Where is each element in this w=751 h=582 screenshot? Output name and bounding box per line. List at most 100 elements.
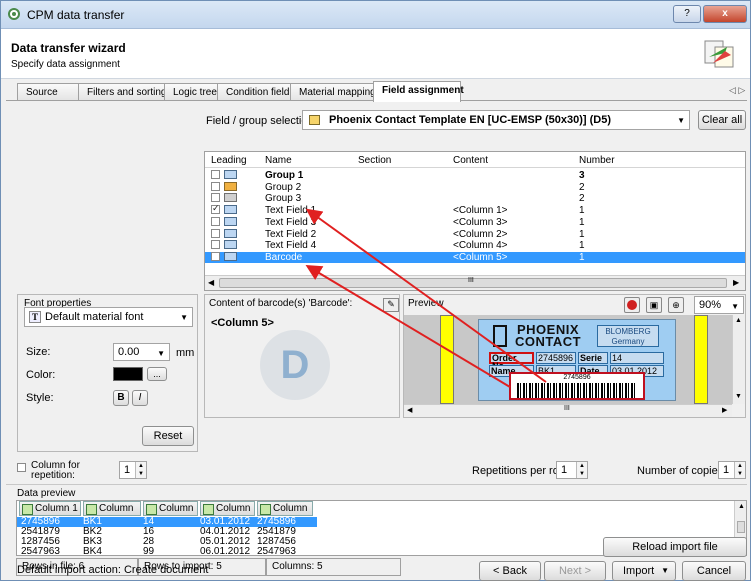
text-field-icon (224, 216, 237, 226)
cancel-button[interactable]: Cancel (682, 561, 746, 581)
scroll-right-icon[interactable]: ▶ (733, 278, 739, 287)
color-swatch[interactable] (113, 367, 143, 381)
chevron-down-icon: ▼ (180, 313, 188, 322)
reload-import-file-button[interactable]: Reload import file (603, 537, 747, 557)
field-group-value: Phoenix Contact Template EN [UC-EMSP (50… (329, 114, 611, 126)
cell-name: Group 2 (265, 181, 302, 193)
tab-logic-tree[interactable]: Logic tree (164, 83, 218, 101)
cell-content: <Column 4> (453, 240, 508, 252)
leading-checkbox[interactable] (211, 228, 220, 238)
marker-strip-right (694, 315, 708, 404)
data-transfer-icon (704, 40, 734, 68)
bold-button[interactable]: B (113, 390, 129, 406)
col-header-number[interactable]: Number (579, 155, 615, 166)
reset-button[interactable]: Reset (142, 426, 194, 446)
edit-content-icon[interactable]: ✎ (383, 298, 399, 312)
leading-checkbox[interactable] (211, 216, 220, 226)
table-row[interactable]: Group 3 2 (205, 193, 745, 204)
table-row[interactable]: Text Field 2 <Column 2> 1 (205, 228, 745, 240)
tab-filters-sorting[interactable]: Filters and sorting (78, 83, 166, 101)
spinner-arrows-icon[interactable]: ▲ ▼ (576, 462, 587, 478)
data-col-header[interactable]: Column 3 (143, 501, 198, 527)
data-cell: BK4 (83, 546, 102, 556)
title-bar[interactable]: CPM data transfer ? x (1, 1, 750, 29)
preview-horizontal-scrollbar[interactable]: ◀ III ▶ (404, 404, 732, 417)
tab-material-mapping[interactable]: Material mapping (290, 83, 376, 101)
cell-number: 1 (579, 205, 585, 217)
barcode-number: 2745896 (563, 374, 591, 381)
scroll-thumb[interactable]: III (219, 277, 727, 288)
repetitions-per-row-spinner[interactable]: 1 ▲ ▼ (556, 461, 588, 479)
leading-checkbox[interactable] (211, 193, 220, 203)
fit-page-icon[interactable]: ▣ (646, 297, 662, 313)
data-preview-title: Data preview (17, 488, 76, 499)
leading-checkbox[interactable] (211, 170, 220, 179)
repetition-checkbox[interactable] (17, 463, 26, 472)
tab-strip: Source Filters and sorting Logic tree Co… (1, 81, 750, 102)
import-label: Import (623, 565, 655, 577)
leading-checkbox[interactable] (211, 181, 220, 191)
content-panel-title: Content of barcode(s) 'Barcode': (209, 298, 353, 309)
cpm-data-transfer-window: CPM data transfer ? x Data transfer wiza… (0, 0, 751, 581)
back-button[interactable]: < Back (479, 561, 541, 581)
col-header-content[interactable]: Content (453, 155, 488, 166)
leading-checkbox[interactable] (211, 203, 220, 215)
preview-panel: Preview ▣ ⊕ 90% ▼ PHOENIX CONTACT BLOMBE… (403, 294, 746, 418)
preview-vertical-scrollbar[interactable]: ▲ ▼ (732, 315, 745, 404)
marker-strip-left (440, 315, 454, 404)
app-icon (8, 8, 20, 20)
repetition-column-spinner[interactable]: 1 ▲ ▼ (119, 461, 147, 479)
size-select[interactable]: 0.00 ▼ (113, 343, 170, 361)
clear-all-button[interactable]: Clear all (698, 110, 746, 130)
tab-field-assignment[interactable]: Field assignment (373, 81, 464, 102)
preview-title: Preview (408, 298, 444, 309)
tab-scroll-arrows-icon[interactable]: ◁ ▷ (729, 85, 745, 96)
content-value[interactable]: <Column 5> (211, 317, 274, 329)
tab-condition-field[interactable]: Condition field (217, 83, 291, 101)
style-label: Style: (26, 392, 54, 404)
order-no-label: Order No. (489, 352, 534, 371)
label-preview-canvas[interactable]: PHOENIX CONTACT BLOMBERG Germany Order N… (404, 315, 732, 404)
cell-content: <Column 3> (453, 216, 508, 228)
italic-button[interactable]: I (132, 390, 148, 406)
col-header-leading[interactable]: Leading (211, 155, 247, 166)
spinner-arrows-icon[interactable]: ▲ ▼ (135, 462, 146, 478)
size-label: Size: (26, 346, 51, 358)
table-row[interactable]: Text Field 4 <Column 4> 1 (205, 240, 745, 251)
table-row[interactable]: Group 2 2 (205, 181, 745, 193)
table-horizontal-scrollbar[interactable]: ◀ III ▶ (205, 275, 745, 290)
cell-number: 1 (579, 216, 585, 228)
number-of-copies-spinner[interactable]: 1 ▲ ▼ (718, 461, 746, 479)
data-col-header[interactable]: Column 5 (257, 501, 313, 527)
table-row[interactable]: Text Field 3 <Column 3> 1 (205, 216, 745, 228)
col-header-section[interactable]: Section (358, 155, 391, 166)
spinner-arrows-icon[interactable]: ▲ ▼ (734, 462, 745, 478)
chevron-down-icon: ▼ (661, 566, 669, 575)
col-header-name[interactable]: Name (265, 155, 292, 166)
leading-checkbox[interactable] (211, 240, 220, 250)
close-button[interactable]: x (703, 5, 747, 23)
leading-checkbox[interactable] (211, 251, 220, 261)
scroll-left-icon[interactable]: ◀ (208, 278, 214, 287)
tab-source[interactable]: Source (17, 83, 79, 101)
import-button[interactable]: Import ▼ (612, 561, 676, 581)
serie-value: 14 (610, 352, 664, 364)
help-button[interactable]: ? (673, 5, 701, 23)
cell-name: Group 3 (265, 193, 302, 205)
stop-icon[interactable] (624, 297, 640, 313)
cell-number: 2 (579, 181, 585, 193)
zoom-icon[interactable]: ⊕ (668, 297, 684, 313)
color-picker-button[interactable]: ... (147, 367, 167, 381)
table-row[interactable]: Barcode <Column 5> 1 (205, 251, 745, 263)
table-row[interactable]: Group 1 3 (205, 170, 745, 181)
table-row[interactable]: Text Field 1 <Column 1> 1 (205, 203, 745, 217)
next-button[interactable]: Next > (544, 561, 606, 581)
zoom-select[interactable]: 90% ▼ (694, 296, 744, 314)
font-select[interactable]: T Default material font ▼ (24, 307, 193, 327)
data-col-header[interactable]: Column 4 (200, 501, 255, 527)
data-row[interactable]: 2547963 BK4 99 06.01.2012 2547963 (17, 547, 317, 556)
field-group-select[interactable]: Phoenix Contact Template EN [UC-EMSP (50… (302, 110, 690, 130)
column-for-repetition-label: Column for repetition: (31, 460, 80, 481)
data-col-header[interactable]: Column 1 (19, 501, 81, 516)
data-col-header[interactable]: Column 2 (83, 501, 141, 527)
